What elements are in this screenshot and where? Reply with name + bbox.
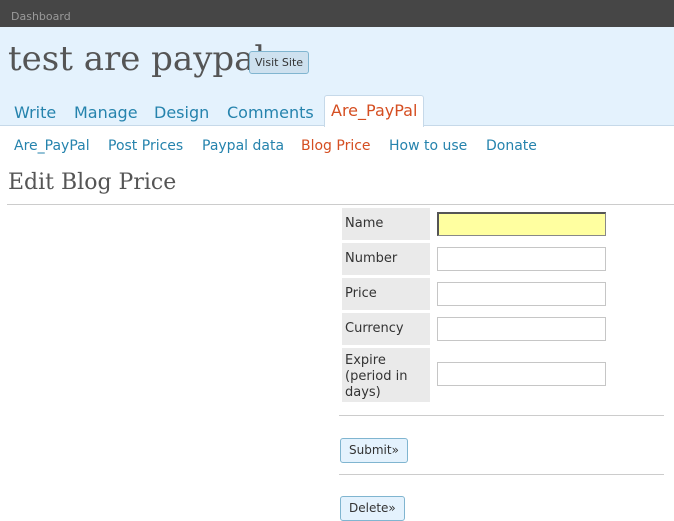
expire-label: Expire (period in days) bbox=[342, 348, 430, 402]
subnav-paypal-data[interactable]: Paypal data bbox=[202, 138, 284, 154]
delete-button[interactable]: Delete» bbox=[340, 496, 405, 521]
tab-design[interactable]: Design bbox=[154, 100, 209, 127]
form-divider-2 bbox=[339, 474, 664, 475]
subnav-post-prices[interactable]: Post Prices bbox=[108, 138, 183, 154]
name-input[interactable] bbox=[437, 212, 606, 236]
tab-comments[interactable]: Comments bbox=[227, 100, 314, 127]
submit-button[interactable]: Submit» bbox=[340, 438, 408, 463]
dashboard-link[interactable]: Dashboard bbox=[11, 10, 71, 23]
admin-topbar: Dashboard bbox=[0, 0, 674, 27]
price-label: Price bbox=[342, 278, 430, 310]
title-divider bbox=[7, 204, 674, 205]
form-divider-1 bbox=[339, 415, 664, 416]
tab-manage[interactable]: Manage bbox=[74, 100, 138, 127]
site-title: test are paypal bbox=[8, 39, 266, 79]
subnav-how-to-use[interactable]: How to use bbox=[389, 138, 467, 154]
subnav-blog-price[interactable]: Blog Price bbox=[301, 138, 371, 154]
visit-site-button[interactable]: Visit Site bbox=[249, 51, 310, 74]
tab-are-paypal[interactable]: Are_PayPal bbox=[324, 95, 425, 127]
name-label: Name bbox=[342, 208, 430, 240]
number-label: Number bbox=[342, 243, 430, 275]
price-input[interactable] bbox=[437, 282, 606, 306]
subnav-donate[interactable]: Donate bbox=[486, 138, 537, 154]
subnav-are-paypal[interactable]: Are_PayPal bbox=[14, 138, 90, 154]
site-header: test are paypal Visit Site Write Manage … bbox=[0, 27, 674, 127]
page-title: Edit Blog Price bbox=[8, 170, 177, 195]
currency-label: Currency bbox=[342, 313, 430, 345]
tab-write[interactable]: Write bbox=[14, 100, 56, 127]
expire-input[interactable] bbox=[437, 362, 606, 386]
number-input[interactable] bbox=[437, 247, 606, 271]
currency-input[interactable] bbox=[437, 317, 606, 341]
